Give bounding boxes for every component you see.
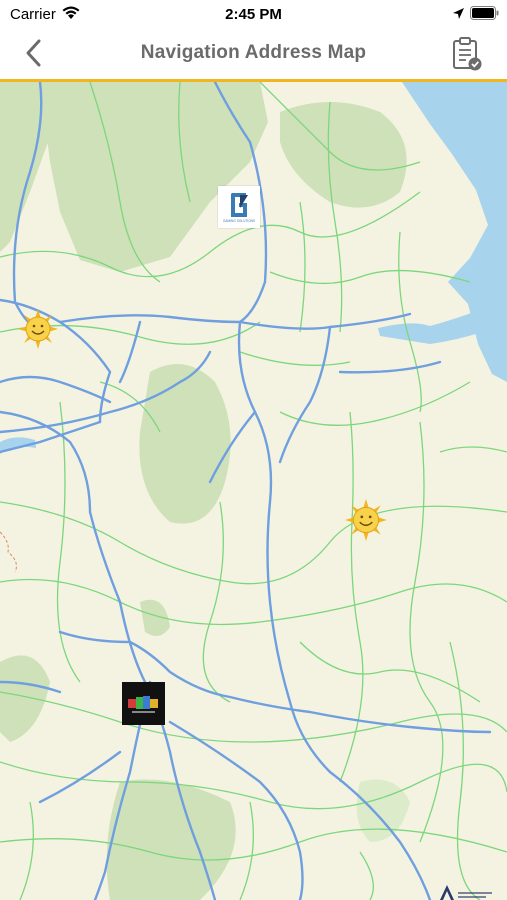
gaming-solutions-logo[interactable]: GAMING SOLUTIONS — [218, 186, 260, 228]
location-arrow-icon — [453, 8, 464, 19]
map-view[interactable]: GAMING SOLUTIONS — [0, 82, 507, 900]
clipboard-check-icon[interactable] — [450, 36, 484, 72]
map-attribution-logo — [440, 885, 492, 900]
battery-icon — [470, 6, 499, 20]
status-bar: Carrier 2:45 PM — [0, 0, 507, 28]
status-time: 2:45 PM — [225, 6, 282, 23]
forest-area — [106, 779, 236, 900]
forest-area — [139, 364, 231, 524]
gaming-solutions-label: GAMING SOLUTIONS — [222, 219, 256, 223]
navigation-bar: Navigation Address Map — [0, 28, 507, 82]
sun-logo-marker-east[interactable] — [345, 499, 387, 541]
page-title: Navigation Address Map — [140, 42, 367, 63]
forest-area — [0, 655, 50, 742]
forest-area — [280, 102, 407, 208]
sun-logo-marker-west[interactable] — [18, 309, 58, 349]
forest-area — [40, 82, 268, 272]
forest-area — [356, 779, 410, 842]
boundary-line — [0, 531, 17, 573]
dark-logo-marker[interactable] — [122, 682, 165, 725]
